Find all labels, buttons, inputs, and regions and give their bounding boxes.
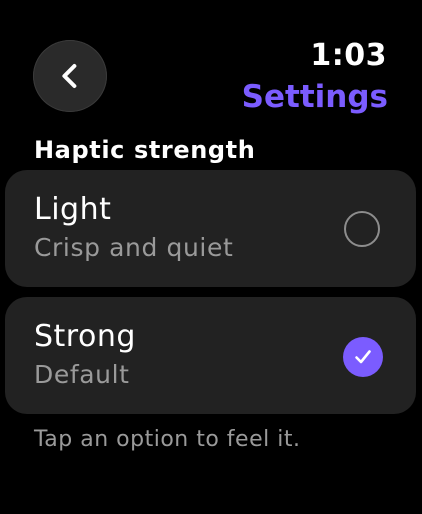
- page-title: Settings: [241, 79, 388, 115]
- option-light[interactable]: Light Crisp and quiet: [5, 170, 416, 287]
- option-subtitle: Default: [34, 360, 130, 389]
- option-title: Strong: [34, 319, 136, 354]
- radio-selected-checkmark-icon[interactable]: [343, 337, 383, 377]
- option-subtitle: Crisp and quiet: [34, 233, 234, 262]
- option-title: Light: [34, 192, 112, 227]
- option-strong[interactable]: Strong Default: [5, 297, 416, 414]
- chevron-left-icon: [55, 61, 85, 91]
- footer-hint: Tap an option to feel it.: [34, 427, 301, 452]
- section-header: Haptic strength: [34, 136, 256, 164]
- radio-unselected-icon[interactable]: [344, 211, 380, 247]
- status-time: 1:03: [310, 38, 387, 73]
- back-button[interactable]: [33, 40, 107, 112]
